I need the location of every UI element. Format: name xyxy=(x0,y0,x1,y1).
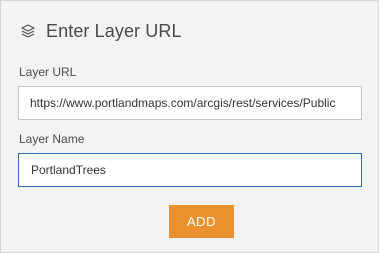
layer-name-label: Layer Name xyxy=(19,132,85,146)
layer-url-input[interactable] xyxy=(18,86,362,120)
panel-header: Enter Layer URL xyxy=(19,20,182,42)
add-button[interactable]: ADD xyxy=(169,205,234,238)
enter-layer-url-panel: Enter Layer URL Layer URL Layer Name ADD xyxy=(0,0,379,253)
layer-url-label: Layer URL xyxy=(19,65,77,79)
panel-title: Enter Layer URL xyxy=(46,20,182,41)
layers-icon xyxy=(19,22,37,40)
layer-name-input[interactable] xyxy=(18,153,362,187)
